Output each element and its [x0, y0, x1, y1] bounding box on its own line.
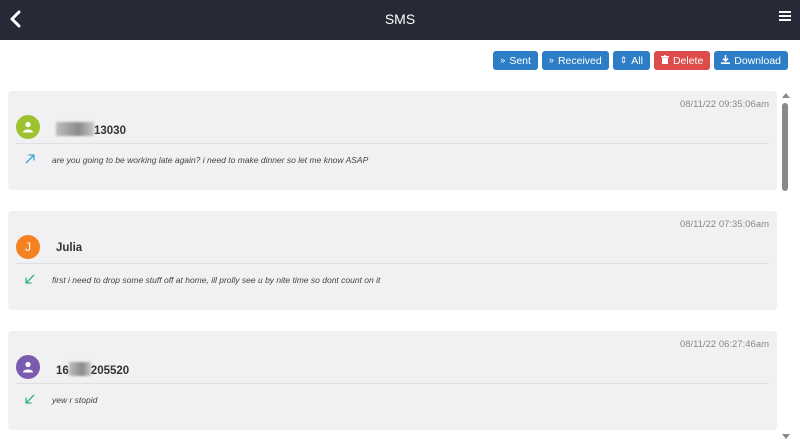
- all-button-label: All: [631, 54, 643, 67]
- avatar: J: [16, 235, 40, 259]
- received-filter-button[interactable]: » Received: [541, 51, 609, 70]
- divider: [16, 263, 769, 264]
- message-timestamp: 08/11/22 07:35:06am: [679, 219, 769, 230]
- trash-icon: [660, 55, 669, 66]
- scrollbar-thumb[interactable]: [782, 103, 788, 191]
- user-icon: [23, 361, 33, 373]
- download-button-label: Download: [734, 54, 781, 67]
- divider: [16, 383, 769, 384]
- all-filter-button[interactable]: ⇕ All: [612, 51, 650, 70]
- sort-icon: ⇕: [619, 55, 628, 65]
- sent-button-label: Sent: [509, 54, 531, 67]
- delete-button[interactable]: Delete: [653, 51, 711, 70]
- received-arrow-icon: [24, 272, 36, 284]
- scroll-down-arrow-icon[interactable]: [782, 434, 790, 439]
- divider: [16, 143, 769, 144]
- contact-name: 13030: [56, 122, 126, 137]
- message-card[interactable]: 08/11/22 09:35:06am 13030 are you going …: [8, 91, 777, 190]
- delete-button-label: Delete: [672, 54, 704, 67]
- sent-arrow-icon: [24, 152, 36, 164]
- toolbar: » Sent » Received ⇕ All Delete Download: [493, 51, 788, 70]
- sent-filter-button[interactable]: » Sent: [493, 51, 538, 70]
- message-text: first i need to drop some stuff off at h…: [52, 275, 381, 285]
- message-list[interactable]: 08/11/22 09:35:06am 13030 are you going …: [8, 91, 777, 442]
- top-bar: SMS: [0, 0, 800, 40]
- received-arrow-icon: [24, 392, 36, 404]
- redacted-number: [68, 362, 91, 376]
- message-timestamp: 08/11/22 06:27:46am: [679, 339, 769, 350]
- message-text: are you going to be working late again? …: [52, 155, 369, 165]
- avatar: [16, 115, 40, 139]
- contact-name: Julia: [56, 242, 83, 254]
- hamburger-menu-icon[interactable]: [778, 9, 792, 23]
- received-button-label: Received: [557, 54, 602, 67]
- avatar: [16, 355, 40, 379]
- download-icon: [721, 55, 731, 66]
- scrollbar[interactable]: [781, 91, 791, 439]
- download-button[interactable]: Download: [714, 51, 788, 70]
- contact-name: 16 205520: [56, 362, 129, 377]
- message-timestamp: 08/11/22 09:35:06am: [679, 99, 769, 110]
- scroll-up-arrow-icon[interactable]: [782, 93, 790, 98]
- user-icon: [23, 121, 33, 133]
- page-title: SMS: [384, 11, 416, 27]
- double-chevron-down-icon: »: [548, 55, 554, 65]
- redacted-number: [56, 122, 94, 136]
- message-text: yew r stopid: [52, 395, 98, 405]
- double-chevron-up-icon: »: [500, 55, 506, 65]
- message-card[interactable]: 08/11/22 07:35:06am J Julia first i need…: [8, 211, 777, 310]
- message-card[interactable]: 08/11/22 06:27:46am 16 205520 yew r stopi…: [8, 331, 777, 430]
